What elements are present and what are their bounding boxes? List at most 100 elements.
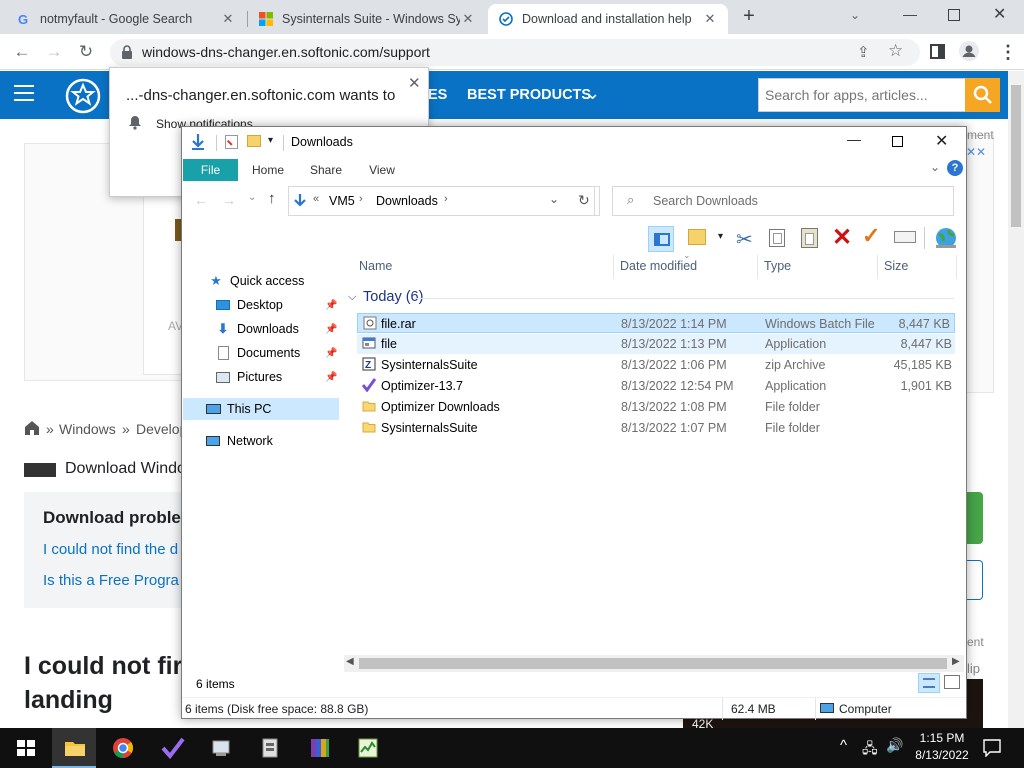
side-panel-icon[interactable] [930, 44, 945, 59]
file-row[interactable]: Optimizer Downloads 8/13/2022 1:08 PM Fi… [357, 397, 955, 417]
details-view-icon[interactable] [918, 673, 940, 693]
optimizer-icon[interactable] [161, 736, 185, 760]
new-tab-button[interactable]: + [738, 6, 760, 28]
address-dropdown-icon[interactable]: ⌄ [549, 192, 559, 206]
task-manager-icon[interactable] [356, 736, 380, 760]
close-icon[interactable]: ✕ [408, 74, 421, 92]
ribbon-tab-file[interactable]: File [183, 159, 238, 181]
reload-button[interactable]: ↻ [74, 40, 98, 64]
scroll-right-icon[interactable]: ▶ [952, 656, 960, 667]
show-hidden-icons[interactable]: ^ [840, 737, 847, 754]
outline-button[interactable] [967, 560, 983, 600]
close-tab-icon[interactable]: ✕ [702, 11, 718, 27]
up-button[interactable]: ↑ [268, 190, 276, 207]
back-button[interactable]: ← [10, 40, 34, 64]
ribbon-expand-icon[interactable]: ⌄ [930, 160, 940, 174]
network-status-icon[interactable]: 🖧 [862, 738, 878, 762]
network-tool-icon[interactable] [210, 736, 234, 760]
tab-search-icon[interactable]: ⌄ [850, 8, 860, 22]
options-dropdown-icon[interactable]: ▾ [718, 231, 723, 242]
nav-quick-access[interactable]: ★ Quick access [208, 270, 304, 292]
site-nav-partial[interactable]: ES [428, 87, 447, 103]
home-icon[interactable] [24, 420, 40, 435]
column-size[interactable]: Size [884, 259, 908, 273]
scroll-thumb[interactable] [359, 658, 947, 669]
pin-icon[interactable]: 📌 [325, 372, 337, 383]
green-download-button[interactable] [967, 492, 983, 544]
problem-link-2[interactable]: Is this a Free Progra [43, 572, 179, 589]
profile-avatar[interactable] [959, 41, 979, 61]
path-segment-downloads[interactable]: Downloads [376, 194, 438, 208]
back-button[interactable]: ← [194, 192, 208, 208]
notifications-icon[interactable] [983, 739, 1001, 757]
properties-icon[interactable] [894, 231, 916, 243]
maximize-button[interactable] [892, 136, 903, 147]
address-bar[interactable]: « VM5 › Downloads › ⌄ [288, 186, 595, 216]
ribbon-tab-view[interactable]: View [362, 159, 402, 181]
share-icon[interactable]: ⇪ [857, 43, 870, 61]
chevron-down-icon[interactable]: ⌄ [585, 83, 600, 104]
group-today[interactable]: Today (6) [363, 289, 423, 305]
nav-network[interactable]: Network [205, 430, 273, 452]
chrome-icon[interactable] [111, 736, 135, 760]
pin-icon[interactable]: 📌 [325, 324, 337, 335]
bookmark-star-icon[interactable]: ☆ [888, 41, 903, 61]
globe-network-icon[interactable] [934, 227, 958, 249]
minimize-button[interactable]: — [903, 6, 917, 22]
file-row[interactable]: SysinternalsSuite 8/13/2022 1:07 PM File… [357, 418, 955, 438]
nav-downloads[interactable]: ⬇ Downloads [215, 318, 299, 340]
pin-icon[interactable]: 📌 [325, 348, 337, 359]
volume-icon[interactable]: 🔊 [886, 737, 903, 754]
close-tab-icon[interactable]: ✕ [460, 11, 476, 27]
delete-icon[interactable]: ✕ [832, 223, 852, 252]
breadcrumb-developer[interactable]: Develop [136, 421, 187, 437]
tab-download-help[interactable]: Download and installation help ✕ [488, 4, 728, 34]
recent-locations-icon[interactable]: ⌄ [248, 192, 256, 203]
hamburger-menu-icon[interactable] [14, 85, 34, 101]
minimize-button[interactable]: — [847, 131, 861, 147]
forward-button[interactable]: → [42, 40, 66, 64]
ad-choices-icon[interactable]: ✕✕ [966, 145, 986, 159]
clock-time[interactable]: 1:15 PM [916, 731, 968, 745]
refresh-button[interactable]: ↻ [570, 186, 600, 216]
clock-date[interactable]: 8/13/2022 [910, 748, 974, 762]
cut-icon[interactable]: ✂ [736, 227, 753, 252]
properties-quick-icon[interactable] [225, 135, 238, 149]
quick-access-dropdown-icon[interactable]: ▾ [268, 135, 273, 146]
site-search-input[interactable]: Search for apps, articles... [758, 78, 966, 112]
copy-icon[interactable] [769, 229, 785, 247]
nav-documents[interactable]: Documents [215, 342, 300, 364]
new-folder-quick-icon[interactable] [247, 135, 261, 147]
path-segment-vm5[interactable]: VM5 [329, 194, 355, 208]
tab-google-search[interactable]: G notmyfault - Google Search ✕ [6, 4, 246, 34]
column-date-modified[interactable]: Date modified [620, 259, 697, 273]
pin-icon[interactable]: 📌 [325, 300, 337, 311]
ribbon-tab-home[interactable]: Home [248, 159, 288, 181]
column-name[interactable]: Name [359, 259, 392, 273]
windows-start-icon[interactable] [14, 736, 38, 760]
nav-this-pc[interactable]: This PC [205, 398, 271, 420]
close-window-button[interactable]: ✕ [935, 131, 948, 151]
site-search-button[interactable] [965, 78, 1000, 112]
restore-button[interactable] [948, 9, 960, 21]
column-type[interactable]: Type [764, 259, 791, 273]
explorer-titlebar[interactable]: ▾ Downloads — ✕ [182, 127, 966, 157]
horizontal-scrollbar[interactable]: ◀ ▶ [344, 655, 964, 672]
page-scrollbar[interactable] [1008, 71, 1024, 728]
file-row[interactable]: Z SysinternalsSuite 8/13/2022 1:06 PM zi… [357, 355, 955, 375]
ribbon-tab-share[interactable]: Share [306, 159, 346, 181]
file-row[interactable]: Optimizer-13.7 8/13/2022 12:54 PM Applic… [357, 376, 955, 396]
close-window-button[interactable]: ✕ [993, 4, 1006, 24]
softonic-logo[interactable] [64, 77, 102, 115]
menu-kebab-icon[interactable]: ⋮ [999, 42, 1017, 63]
winrar-icon[interactable] [308, 736, 332, 760]
paste-icon[interactable] [801, 228, 818, 248]
help-icon[interactable]: ? [947, 160, 963, 176]
nav-desktop[interactable]: Desktop [215, 294, 283, 316]
problem-link-1[interactable]: I could not find the d [43, 541, 178, 558]
search-downloads-input[interactable]: ⌕ Search Downloads [612, 186, 954, 216]
large-icons-view-icon[interactable] [944, 675, 960, 689]
file-row[interactable]: file.rar 8/13/2022 1:14 PM Windows Batch… [357, 313, 955, 333]
tab-sysinternals[interactable]: Sysinternals Suite - Windows Sys ✕ [248, 4, 486, 34]
nav-pictures[interactable]: Pictures [215, 366, 282, 388]
